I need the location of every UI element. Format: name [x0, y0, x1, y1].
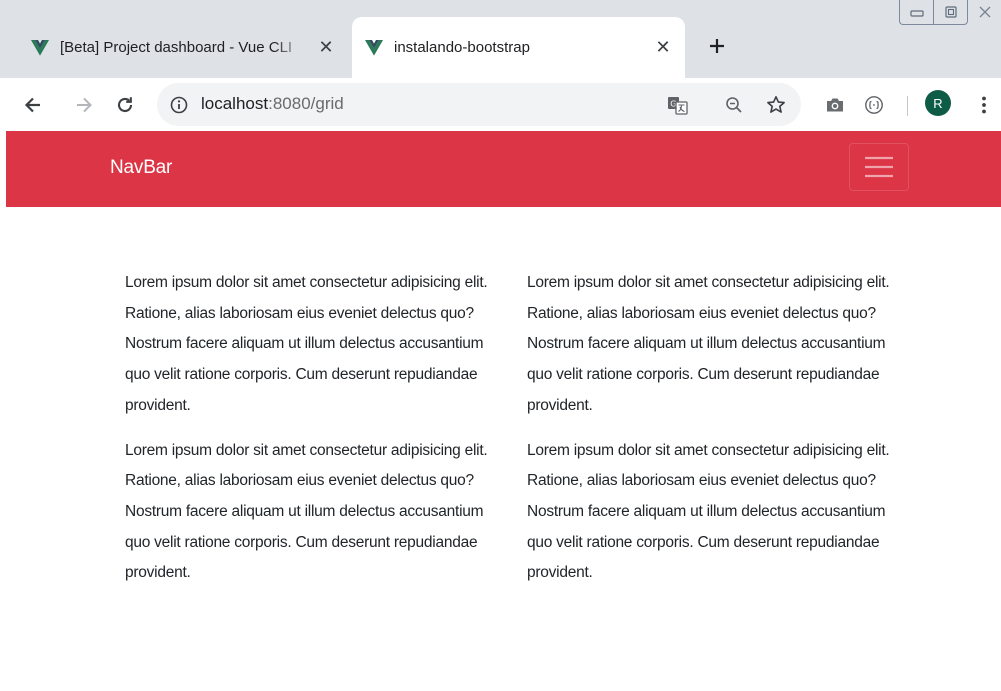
- vue-logo-icon: [364, 38, 384, 58]
- paragraph: Lorem ipsum dolor sit amet consectetur a…: [125, 274, 488, 414]
- reload-button[interactable]: [108, 88, 142, 122]
- tab-project-dashboard[interactable]: [Beta] Project dashboard - Vue CLI ✕: [18, 17, 348, 78]
- paragraph: Lorem ipsum dolor sit amet consectetur a…: [527, 274, 890, 414]
- camera-icon: [827, 98, 843, 112]
- arrow-right-icon: [77, 97, 92, 113]
- hamburger-icon: [865, 156, 893, 178]
- screenshot-extension-button[interactable]: [818, 88, 852, 122]
- plus-icon: [710, 39, 724, 53]
- url-text[interactable]: localhost:8080/grid: [201, 94, 344, 114]
- bookmark-star-icon[interactable]: [763, 92, 789, 118]
- menu-button[interactable]: [967, 88, 1001, 122]
- tab-instalando-bootstrap[interactable]: instalando-bootstrap ✕: [352, 17, 685, 78]
- new-tab-button[interactable]: [703, 32, 731, 60]
- tab-close-icon[interactable]: ✕: [651, 36, 675, 60]
- vue-logo-icon: [30, 38, 50, 58]
- restore-icon: [944, 6, 957, 18]
- minimize-icon: [909, 10, 924, 17]
- vertical-dots-icon: [982, 96, 986, 114]
- arrow-left-icon: [24, 97, 40, 113]
- toolbar-separator: [907, 96, 908, 116]
- close-icon: [979, 6, 990, 18]
- url-path: :8080/grid: [268, 94, 344, 113]
- back-button[interactable]: [16, 88, 50, 122]
- grid-container: Lorem ipsum dolor sit amet consectetur a…: [125, 268, 925, 589]
- code-extension-button[interactable]: [857, 88, 891, 122]
- navbar-brand[interactable]: NavBar: [110, 157, 172, 179]
- zoom-icon[interactable]: [721, 92, 747, 118]
- tab-title: [Beta] Project dashboard - Vue CLI: [60, 39, 293, 56]
- forward-button[interactable]: [67, 88, 101, 122]
- profile-avatar[interactable]: R: [925, 90, 951, 116]
- info-icon[interactable]: [166, 92, 192, 118]
- maximize-button[interactable]: [933, 0, 968, 25]
- tab-close-icon[interactable]: ✕: [314, 36, 338, 60]
- browser-toolbar: localhost:8080/grid G R: [0, 78, 1001, 131]
- paragraph: Lorem ipsum dolor sit amet consectetur a…: [527, 441, 890, 582]
- tab-title: instalando-bootstrap: [394, 39, 530, 56]
- paragraph: Lorem ipsum dolor sit amet consectetur a…: [125, 441, 488, 582]
- url-host: localhost: [201, 94, 269, 113]
- tab-strip: [Beta] Project dashboard - Vue CLI ✕ ins…: [0, 0, 1001, 78]
- close-window-button[interactable]: [968, 0, 1001, 24]
- address-bar[interactable]: localhost:8080/grid G: [157, 83, 801, 126]
- window-controls: [899, 0, 1001, 28]
- code-braces-icon: [865, 96, 883, 114]
- reload-icon: [117, 97, 133, 113]
- navbar-toggler-button[interactable]: [849, 143, 909, 191]
- translate-icon[interactable]: G: [665, 92, 691, 118]
- navbar: NavBar: [6, 131, 1001, 207]
- minimize-button[interactable]: [899, 0, 933, 25]
